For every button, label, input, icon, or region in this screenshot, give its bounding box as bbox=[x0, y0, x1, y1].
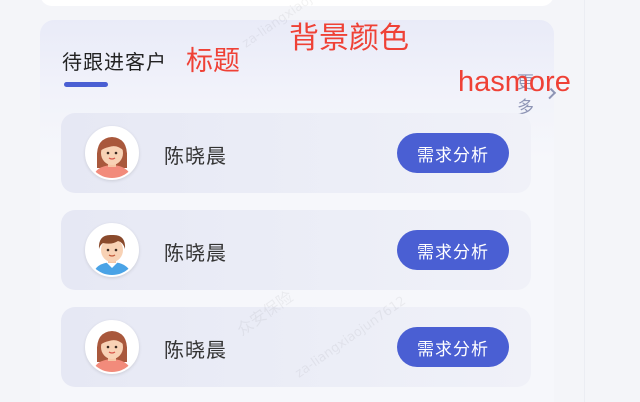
needs-analysis-button[interactable]: 需求分析 bbox=[397, 327, 509, 367]
page-edge bbox=[584, 0, 585, 402]
customer-name: 陈晓晨 bbox=[164, 241, 227, 265]
male-avatar-icon bbox=[85, 223, 139, 277]
female-avatar-icon bbox=[85, 320, 139, 374]
female-avatar-icon bbox=[85, 126, 139, 180]
customer-name: 陈晓晨 bbox=[164, 144, 227, 168]
annotation-hasmore: hasmore bbox=[458, 66, 571, 98]
annotation-background-color: 背景颜色 bbox=[289, 21, 409, 56]
previous-card bbox=[40, 0, 554, 6]
customer-item[interactable]: 陈晓晨 需求分析 bbox=[61, 113, 531, 193]
customer-item[interactable]: 陈晓晨 需求分析 bbox=[61, 307, 531, 387]
annotation-title: 标题 bbox=[186, 46, 240, 77]
panel-title: 待跟进客户 bbox=[62, 50, 167, 74]
customer-item[interactable]: 陈晓晨 需求分析 bbox=[61, 210, 531, 290]
needs-analysis-button[interactable]: 需求分析 bbox=[397, 133, 509, 173]
needs-analysis-button[interactable]: 需求分析 bbox=[397, 230, 509, 270]
customer-name: 陈晓晨 bbox=[164, 338, 227, 362]
title-underline bbox=[64, 82, 108, 87]
